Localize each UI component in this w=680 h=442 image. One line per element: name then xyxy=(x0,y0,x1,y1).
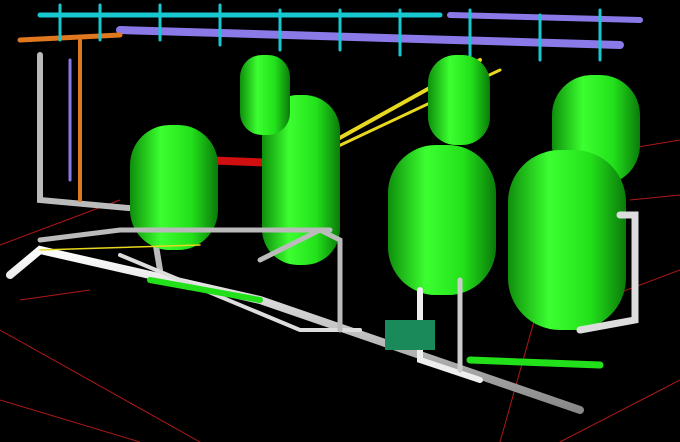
vessel-4 xyxy=(428,55,490,145)
plant-3d-model-view[interactable] xyxy=(0,0,680,442)
vessel-3 xyxy=(240,55,290,135)
vessel-5 xyxy=(388,145,496,295)
vessel-6 xyxy=(508,75,640,330)
plant-render xyxy=(0,3,680,442)
